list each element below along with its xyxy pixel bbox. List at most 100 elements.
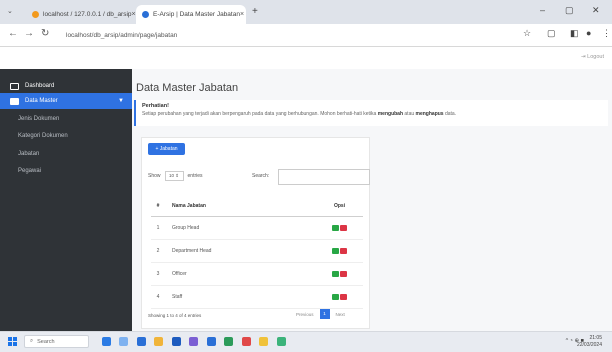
file-explorer-icon[interactable] <box>154 337 163 346</box>
tab-phpmyadmin[interactable]: localhost / 127.0.0.1 / db_arsip × <box>26 5 136 24</box>
table-row: 4 Staff <box>151 285 363 309</box>
column-header-opsi[interactable]: Opsi <box>317 195 363 217</box>
alert-message: Setiap perubahan yang terjadi akan berpe… <box>142 111 602 117</box>
jabatan-table: # Nama Jabatan Opsi 1 Group Head 2 Depar… <box>151 195 363 309</box>
sidebar-item-label: Pegawai <box>18 168 42 174</box>
table-header-row: # Nama Jabatan Opsi <box>151 195 363 217</box>
sidebar-item-dashboard[interactable]: Dashboard <box>0 78 132 94</box>
address-bar-row: ← → ↻ ⓘ localhost/db_arsip/admin/page/ja… <box>0 24 612 214</box>
delete-icon[interactable] <box>340 247 347 254</box>
row-number: 1 <box>151 216 166 240</box>
reload-icon[interactable]: ↻ <box>41 28 49 39</box>
table-row: 3 Officer <box>151 262 363 286</box>
delete-icon[interactable] <box>340 293 347 300</box>
column-header-no[interactable]: # <box>151 195 166 217</box>
alert-heading: Perhatian! <box>142 103 169 109</box>
warning-alert: Perhatian! Setiap perubahan yang terjadi… <box>134 100 608 126</box>
sidebar-panel-icon[interactable]: ◧ <box>570 28 579 39</box>
tab-title: E-Arsip | Data Master Jabatan <box>153 11 240 18</box>
taskbar: ⌕ Search ^ ◔ ⊕ ■ 21:05 22/03/2024 <box>0 331 612 352</box>
url-field[interactable]: ⓘ localhost/db_arsip/admin/page/jabatan <box>66 28 496 214</box>
minimize-icon[interactable]: – <box>540 5 545 15</box>
search-label: Search: <box>252 173 270 179</box>
sidebar-item-pegawai[interactable]: Pegawai <box>0 163 132 179</box>
monitor-icon <box>10 82 19 90</box>
menu-kebab-icon[interactable]: ⋮ <box>602 28 611 39</box>
row-actions <box>317 262 363 286</box>
app-icon[interactable] <box>172 337 181 346</box>
show-label: Show <box>148 173 161 179</box>
close-tab-icon[interactable]: × <box>240 11 244 18</box>
delete-icon[interactable] <box>340 224 347 231</box>
maximize-icon[interactable]: ▢ <box>565 5 574 16</box>
edit-icon[interactable] <box>332 247 339 254</box>
sidebar-item-label: Dashboard <box>25 83 55 89</box>
browser-tab-strip: ⌄ localhost / 127.0.0.1 / db_arsip × E-A… <box>0 0 612 24</box>
search-icon: ⌕ <box>30 338 34 344</box>
app-icon[interactable] <box>259 337 268 346</box>
tab-search-icon[interactable]: ⌄ <box>7 7 13 15</box>
close-tab-icon[interactable]: × <box>132 11 136 18</box>
phpmyadmin-favicon-icon <box>32 11 39 18</box>
app-icon[interactable] <box>137 337 146 346</box>
edit-icon[interactable] <box>332 293 339 300</box>
main-content: Data Master Jabatan Perhatian! Setiap pe… <box>132 69 612 331</box>
sidebar-item-label: Kategori Dokumen <box>18 133 68 139</box>
row-name: Department Head <box>166 239 317 263</box>
alert-text: atau <box>403 111 416 117</box>
app-icon[interactable] <box>102 337 111 346</box>
url-text: localhost/db_arsip/admin/page/jabatan <box>66 31 178 39</box>
app-icon[interactable] <box>119 337 128 346</box>
add-jabatan-button[interactable]: + Jabatan <box>148 143 185 155</box>
column-header-nama-jabatan[interactable]: Nama Jabatan <box>166 195 317 217</box>
alert-emphasis-delete: menghapus <box>415 111 444 117</box>
e-arsip-favicon-icon <box>142 11 149 18</box>
search-input[interactable] <box>278 169 370 185</box>
sidebar-item-jabatan[interactable]: Jabatan <box>0 146 132 162</box>
bookmark-star-icon[interactable]: ☆ <box>523 28 531 39</box>
sidebar-item-data-master[interactable]: Data Master ▼ <box>0 93 132 109</box>
row-number: 4 <box>151 285 166 309</box>
new-tab-button[interactable]: + <box>252 6 258 17</box>
alert-text: data. <box>443 111 457 117</box>
pagination-next[interactable]: Next <box>336 312 345 317</box>
taskbar-search[interactable]: ⌕ Search <box>24 335 89 348</box>
chrome-icon[interactable] <box>242 337 251 346</box>
app-icon[interactable] <box>277 337 286 346</box>
close-window-icon[interactable]: ✕ <box>592 5 600 16</box>
pagination-previous[interactable]: Previous <box>296 312 314 317</box>
taskbar-clock[interactable]: 21:05 22/03/2024 <box>577 335 602 348</box>
tab-title: localhost / 127.0.0.1 / db_arsip <box>43 11 132 18</box>
entries-length-control: Show 10 ⇕ entries <box>148 171 203 181</box>
chevron-down-icon: ▼ <box>118 98 124 104</box>
entries-select[interactable]: 10 ⇕ <box>164 171 184 181</box>
back-icon[interactable]: ← <box>8 28 18 39</box>
extensions-icon[interactable]: ▢ <box>547 28 556 39</box>
app-icon[interactable] <box>207 337 216 346</box>
tab-e-arsip[interactable]: E-Arsip | Data Master Jabatan × <box>136 5 246 24</box>
row-actions <box>317 239 363 263</box>
alert-text: Setiap perubahan yang terjadi akan berpe… <box>142 111 378 117</box>
pagination-page[interactable]: 1 <box>319 309 330 319</box>
app-header: ⇥ Logout <box>0 47 612 70</box>
edit-icon[interactable] <box>332 224 339 231</box>
pagination: Previous 1 Next <box>296 309 345 319</box>
sidebar: Dashboard Data Master ▼ Jenis Dokumen Ka… <box>0 69 132 331</box>
database-icon <box>10 97 19 105</box>
forward-icon[interactable]: → <box>24 28 34 39</box>
sidebar-item-label: Jenis Dokumen <box>18 116 60 122</box>
edit-icon[interactable] <box>332 270 339 277</box>
app-icon[interactable] <box>189 337 198 346</box>
row-name: Officer <box>166 262 317 286</box>
page-title: Data Master Jabatan <box>136 82 239 94</box>
logout-link[interactable]: ⇥ Logout <box>581 54 604 60</box>
table-info: Showing 1 to 4 of 4 entries <box>148 313 202 318</box>
jabatan-table-card: + Jabatan Show 10 ⇕ entries Search: # Na… <box>141 137 370 329</box>
delete-icon[interactable] <box>340 270 347 277</box>
app-icon[interactable] <box>224 337 233 346</box>
sidebar-item-jenis-dokumen[interactable]: Jenis Dokumen <box>0 111 132 127</box>
clock-date: 22/03/2024 <box>576 341 602 348</box>
profile-icon[interactable]: ● <box>586 28 591 38</box>
sidebar-item-kategori-dokumen[interactable]: Kategori Dokumen <box>0 128 132 144</box>
windows-start-icon[interactable] <box>8 337 17 346</box>
